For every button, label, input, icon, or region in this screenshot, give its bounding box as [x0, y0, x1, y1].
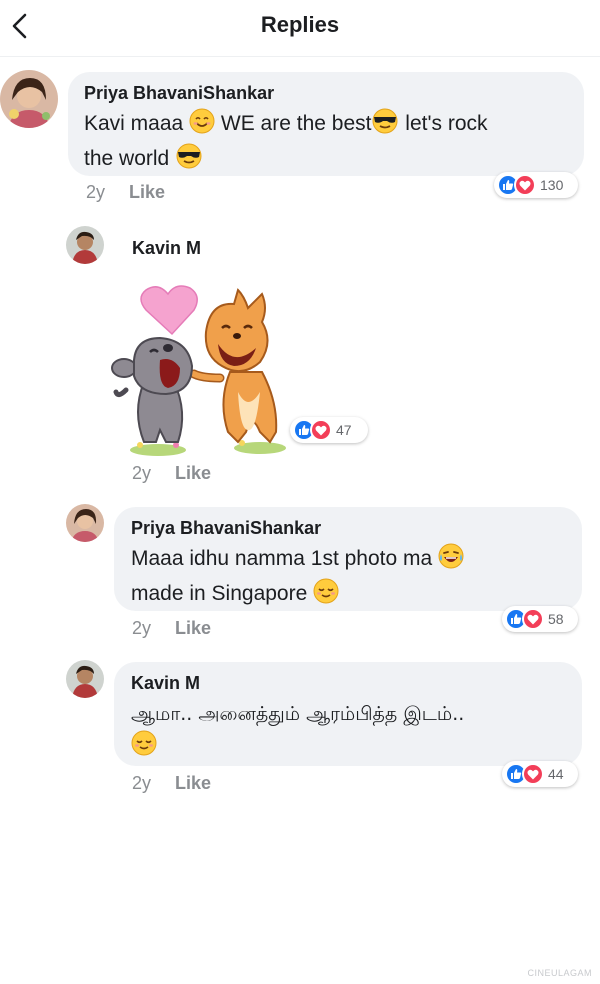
- comment-text-segment: made in Singapore: [131, 582, 314, 605]
- laughing-tears-emoji: [438, 543, 464, 578]
- comment-bubble: Priya BhavaniShankar Kavi maaa WE are th…: [68, 72, 584, 176]
- reaction-summary[interactable]: 58: [502, 606, 578, 632]
- comment-text-segment: let's rock: [399, 112, 488, 135]
- reaction-count: 44: [548, 766, 564, 782]
- comment-meta: 2y Like: [132, 773, 211, 794]
- sticker-dog-hug-heart: [110, 282, 300, 460]
- relieved-emoji: [313, 578, 339, 613]
- avatar[interactable]: [66, 660, 104, 698]
- reaction-summary[interactable]: 44: [502, 761, 578, 787]
- avatar[interactable]: [66, 504, 104, 542]
- watermark: CINEULAGAM: [527, 968, 592, 978]
- comment-timestamp[interactable]: 2y: [132, 773, 151, 793]
- reaction-summary[interactable]: 130: [494, 172, 578, 198]
- comment-text-segment: WE are the best: [215, 112, 372, 135]
- avatar[interactable]: [0, 70, 58, 128]
- like-button[interactable]: Like: [175, 618, 211, 638]
- like-button[interactable]: Like: [129, 182, 165, 202]
- header-bar: Replies: [0, 0, 600, 57]
- sunglasses-emoji: [175, 143, 203, 178]
- love-reaction-icon: [310, 419, 332, 441]
- sunglasses-emoji: [371, 108, 399, 143]
- reaction-count: 47: [336, 422, 352, 438]
- relieved-emoji: [131, 730, 157, 765]
- comment-meta: 2y Like: [132, 463, 211, 484]
- like-button[interactable]: Like: [175, 463, 211, 483]
- love-reaction-icon: [522, 763, 544, 785]
- smiling-emoji: [189, 108, 215, 143]
- comment-timestamp[interactable]: 2y: [132, 463, 151, 483]
- comment-meta: 2y Like: [132, 618, 211, 639]
- commenter-name[interactable]: Kavin M: [132, 237, 201, 259]
- comment-timestamp[interactable]: 2y: [86, 182, 105, 202]
- comment-text-segment: the world: [84, 147, 176, 170]
- comment-text-segment: ஆமா.. அனைத்தும் ஆரம்பித்த இடம்..: [131, 703, 465, 725]
- comment-text: Maaa idhu namma 1st photo ma made in Sin…: [131, 543, 582, 613]
- comment-timestamp[interactable]: 2y: [132, 618, 151, 638]
- reaction-count: 130: [540, 177, 564, 193]
- reaction-summary[interactable]: 47: [290, 417, 368, 443]
- comment-text-segment: Maaa idhu namma 1st photo ma: [131, 547, 439, 570]
- comment-bubble: Priya BhavaniShankar Maaa idhu namma 1st…: [114, 507, 582, 611]
- comment-bubble: Kavin M ஆமா.. அனைத்தும் ஆரம்பித்த இடம்..: [114, 662, 582, 766]
- reaction-count: 58: [548, 611, 564, 627]
- commenter-name[interactable]: Priya BhavaniShankar: [131, 517, 582, 539]
- comment-text: ஆமா.. அனைத்தும் ஆரம்பித்த இடம்..: [131, 698, 582, 765]
- love-reaction-icon: [522, 608, 544, 630]
- like-button[interactable]: Like: [175, 773, 211, 793]
- comment-meta: 2y Like: [86, 182, 165, 203]
- commenter-name[interactable]: Kavin M: [131, 672, 582, 694]
- avatar[interactable]: [66, 226, 104, 264]
- love-reaction-icon: [514, 174, 536, 196]
- page-title: Replies: [260, 12, 340, 37]
- commenter-name[interactable]: Priya BhavaniShankar: [84, 82, 584, 104]
- comment-text-segment: Kavi maaa: [84, 112, 190, 135]
- comment-text: Kavi maaa WE are the best let's rock the…: [84, 108, 584, 178]
